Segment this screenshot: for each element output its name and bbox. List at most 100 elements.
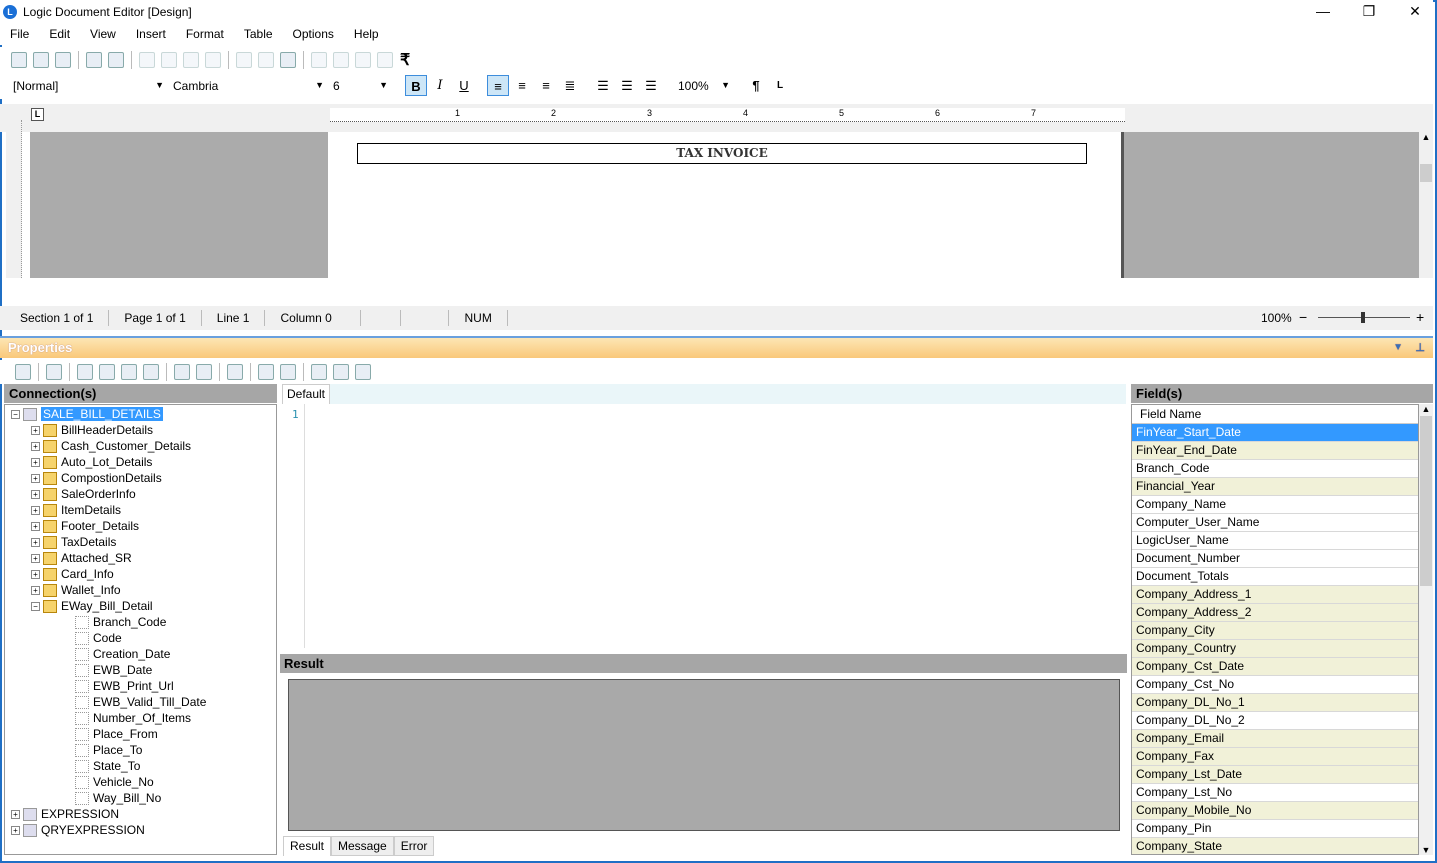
align-right-icon[interactable]: ≡ [511, 75, 533, 96]
align-center-icon[interactable]: ≡ [535, 75, 557, 96]
fields-scrollbar[interactable]: ▲ ▼ [1419, 404, 1433, 855]
zoom-out-button[interactable]: − [1299, 309, 1307, 325]
zoom-in-button[interactable]: + [1416, 309, 1424, 325]
menu-file[interactable]: File [0, 27, 39, 41]
field-row[interactable]: Computer_User_Name [1132, 514, 1418, 532]
expand-icon[interactable]: + [31, 537, 40, 547]
tree-root[interactable]: − SALE_BILL_DETAILS [11, 406, 276, 422]
field-row[interactable]: Company_Name [1132, 496, 1418, 514]
field-row[interactable]: Company_DL_No_1 [1132, 694, 1418, 712]
tree-table-node[interactable]: + Card_Info [11, 566, 276, 582]
document-icon[interactable] [311, 364, 327, 380]
field-row[interactable]: FinYear_Start_Date [1132, 424, 1418, 442]
field-row[interactable]: Company_Mobile_No [1132, 802, 1418, 820]
pilcrow-button[interactable]: ¶ [745, 75, 767, 96]
tree-field-node[interactable]: State_To [11, 758, 276, 774]
result-grid[interactable] [288, 679, 1120, 831]
menu-format[interactable]: Format [176, 27, 234, 41]
menu-help[interactable]: Help [344, 27, 389, 41]
field-row[interactable]: Company_Fax [1132, 748, 1418, 766]
scroll-thumb[interactable] [1420, 416, 1432, 586]
italic-button[interactable]: I [429, 75, 451, 96]
tree-table-node[interactable]: + CompostionDetails [11, 470, 276, 486]
tab-stop-button[interactable]: L [769, 75, 791, 96]
menu-insert[interactable]: Insert [126, 27, 176, 41]
field-row[interactable]: Company_Lst_Date [1132, 766, 1418, 784]
tree-table-node[interactable]: − EWay_Bill_Detail [11, 598, 276, 614]
tree-table-node[interactable]: + Auto_Lot_Details [11, 454, 276, 470]
expand-icon[interactable]: + [31, 489, 40, 499]
field-row[interactable]: LogicUser_Name [1132, 532, 1418, 550]
field-row[interactable]: Company_State [1132, 838, 1418, 854]
expand-icon[interactable]: + [31, 585, 40, 595]
zoom-combo[interactable]: 100% ▼ [676, 76, 734, 96]
save-green-icon[interactable] [121, 364, 137, 380]
redo-icon[interactable] [258, 52, 274, 68]
menu-options[interactable]: Options [283, 27, 344, 41]
expand-icon[interactable]: + [11, 825, 20, 835]
tab-type-selector[interactable]: L [31, 108, 44, 121]
tree-table-node[interactable]: + Wallet_Info [11, 582, 276, 598]
field-row[interactable]: Document_Totals [1132, 568, 1418, 586]
close-button[interactable]: ✕ [1393, 0, 1437, 22]
connection-menu-icon[interactable] [15, 364, 31, 380]
tree-table-node[interactable]: + BillHeaderDetails [11, 422, 276, 438]
collapse-icon[interactable]: − [31, 601, 40, 611]
scroll-down-icon[interactable]: ▼ [1419, 845, 1433, 855]
field-row[interactable]: Company_DL_No_2 [1132, 712, 1418, 730]
field-row[interactable]: Company_Address_2 [1132, 604, 1418, 622]
menu-edit[interactable]: Edit [39, 27, 80, 41]
minimize-button[interactable]: — [1301, 0, 1345, 22]
tree-field-node[interactable]: Way_Bill_No [11, 790, 276, 806]
field-row[interactable]: Company_Cst_Date [1132, 658, 1418, 676]
print-preview-icon[interactable] [108, 52, 124, 68]
indent-icon[interactable] [333, 52, 349, 68]
add-field-icon[interactable] [143, 364, 159, 380]
scroll-up-icon[interactable]: ▲ [1419, 404, 1433, 414]
edit-icon[interactable] [99, 364, 115, 380]
bold-button[interactable]: B [405, 75, 427, 96]
tree-field-node[interactable]: EWB_Valid_Till_Date [11, 694, 276, 710]
field-row[interactable]: Company_City [1132, 622, 1418, 640]
tree-field-node[interactable]: Vehicle_No [11, 774, 276, 790]
save-icon[interactable] [55, 52, 71, 68]
tree-field-node[interactable]: Place_To [11, 742, 276, 758]
rupee-icon[interactable]: ₹ [400, 50, 410, 70]
field-name-column[interactable]: Field Name [1132, 405, 1418, 424]
tree-field-node[interactable]: Number_Of_Items [11, 710, 276, 726]
expand-icon[interactable]: + [31, 457, 40, 467]
field-row[interactable]: Company_Lst_No [1132, 784, 1418, 802]
undo-icon[interactable] [236, 52, 252, 68]
fields-icon[interactable] [377, 52, 393, 68]
numbered-list-icon[interactable]: ☰ [616, 75, 638, 96]
tree-root-node[interactable]: + EXPRESSION [11, 806, 276, 822]
copy-icon[interactable] [161, 52, 177, 68]
invoice-heading[interactable]: TAX INVOICE [357, 143, 1087, 164]
eraser-icon[interactable] [227, 364, 243, 380]
dropdown-icon[interactable]: ▼ [1393, 338, 1403, 358]
document-scrollbar[interactable]: ▲ [1419, 132, 1433, 278]
maximize-button[interactable]: ❐ [1347, 0, 1391, 22]
align-icon[interactable] [355, 52, 371, 68]
expand-icon[interactable]: + [31, 505, 40, 515]
expand-icon[interactable]: + [31, 553, 40, 563]
tree-root-node[interactable]: + QRYEXPRESSION [11, 822, 276, 838]
cut-icon[interactable] [139, 52, 155, 68]
tree-field-node[interactable]: EWB_Date [11, 662, 276, 678]
field-row[interactable]: Company_Country [1132, 640, 1418, 658]
tab-result[interactable]: Result [283, 836, 332, 856]
ruler-track[interactable] [330, 108, 1125, 122]
delete-icon[interactable] [205, 52, 221, 68]
field-row[interactable]: Document_Number [1132, 550, 1418, 568]
remove-icon[interactable] [196, 364, 212, 380]
zoom-slider-thumb[interactable] [1361, 312, 1365, 323]
paste-icon[interactable] [183, 52, 199, 68]
query-editor[interactable]: 1 [284, 404, 1126, 648]
copy-doc-icon[interactable] [355, 364, 371, 380]
font-combo[interactable]: Cambria ▼ [170, 76, 328, 96]
field-row[interactable]: Company_Cst_No [1132, 676, 1418, 694]
collapse-icon[interactable]: − [11, 409, 20, 419]
tree-field-node[interactable]: EWB_Print_Url [11, 678, 276, 694]
tree-table-node[interactable]: + Attached_SR [11, 550, 276, 566]
field-row[interactable]: FinYear_End_Date [1132, 442, 1418, 460]
